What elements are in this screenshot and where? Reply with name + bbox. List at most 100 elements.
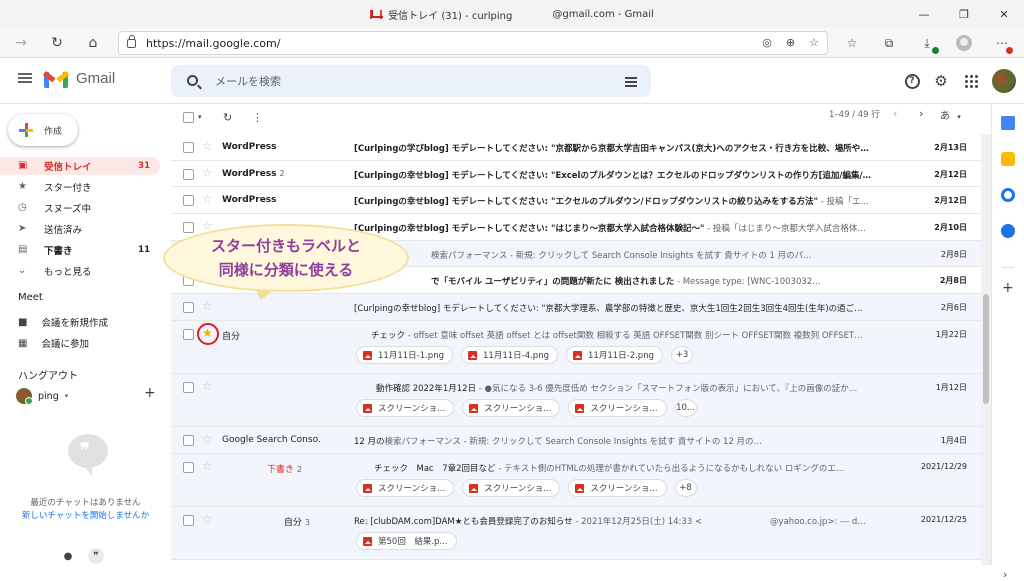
star-icon[interactable]: ☆ (202, 459, 213, 473)
email-row[interactable]: ☆ [Curlpingの幸せblog] モデレートしてください: "京都大学理系、… (171, 294, 981, 321)
prev-page-icon[interactable]: ‹ (893, 107, 897, 120)
select-dropdown-icon[interactable]: ▾ (198, 113, 202, 121)
row-checkbox[interactable] (183, 329, 194, 340)
star-icon[interactable]: ☆ (202, 432, 213, 446)
more-menu-icon[interactable]: ⋯ (993, 34, 1013, 54)
contacts-icon[interactable]: ● (60, 548, 76, 564)
search-icon[interactable] (187, 75, 198, 86)
sidebar-item-inbox[interactable]: ▣ 受信トレイ 31 (0, 157, 160, 175)
refresh-icon[interactable]: ↻ (223, 111, 232, 124)
search-options-icon[interactable] (625, 75, 637, 87)
attachment-chip[interactable]: 第50回 結果.p... (356, 532, 457, 550)
email-row[interactable]: ☆ 下書き 2 チェック Mac 7章2回目など - テキスト側のHTMLの処理が書か… (171, 454, 981, 507)
expand-icon: ⌄ (18, 265, 27, 276)
row-checkbox[interactable] (183, 515, 194, 526)
profile-icon[interactable] (955, 34, 973, 52)
attachment-chip[interactable]: 11月11日-1.png (356, 346, 453, 364)
more-attachments-chip[interactable]: +8 (674, 479, 697, 497)
close-window-icon[interactable]: ✕ (984, 0, 1024, 28)
contacts-app-icon[interactable] (1001, 224, 1015, 238)
email-row[interactable]: ☆ WordPress 2 [Curlpingの幸せblog] モデレートしてください… (171, 161, 981, 187)
row-checkbox[interactable] (183, 169, 194, 180)
attachment-chip[interactable]: スクリーンショ... (462, 479, 561, 497)
gmail-brand[interactable]: Gmail (76, 70, 115, 87)
scroll-thumb[interactable] (983, 294, 989, 404)
back-arrow-icon[interactable]: → (10, 32, 32, 54)
row-checkbox[interactable] (183, 382, 194, 393)
email-row[interactable]: ☆ 動作確認 2022年1月12日 - ●気になる 3-6 優先度低め セクション… (171, 374, 981, 427)
meet-new-meeting[interactable]: ■ 会議を新規作成 (18, 315, 108, 330)
help-button[interactable]: ? (903, 72, 921, 90)
chat-icon[interactable]: ❞ (88, 548, 104, 564)
row-checkbox[interactable] (183, 142, 194, 153)
zoom-icon[interactable]: ⊕ (786, 36, 795, 49)
maximize-icon[interactable]: ❐ (944, 0, 984, 28)
more-attachments-chip[interactable]: +3 (671, 346, 693, 364)
email-row[interactable]: ☆ WordPress [Curlpingの学びblog] モデレートしてください:… (171, 134, 981, 161)
star-icon[interactable]: ☆ (202, 166, 213, 180)
favorites-icon[interactable]: ☆ (843, 34, 861, 52)
url-bar[interactable]: https://mail.google.com/ ◎ ⊕ ☆ (118, 31, 828, 55)
select-all-checkbox[interactable] (183, 112, 194, 123)
row-checkbox[interactable] (183, 195, 194, 206)
attachment-chip[interactable]: 11月11日-2.png (566, 346, 663, 364)
collections-icon[interactable]: ⧉ (880, 34, 898, 52)
attachment-chip[interactable]: スクリーンショ... (462, 399, 561, 417)
row-checkbox[interactable] (183, 462, 194, 473)
calendar-icon[interactable] (1001, 116, 1015, 130)
attachment-chip[interactable]: 11月11日-4.png (461, 346, 558, 364)
input-tools-button[interactable]: あ ▾ (940, 107, 961, 122)
expand-panel-icon[interactable]: › (1003, 568, 1007, 581)
apps-button[interactable] (962, 72, 980, 90)
star-icon[interactable]: ☆ (202, 379, 213, 393)
start-chat-link[interactable]: 新しいチャットを開始しませんか (0, 509, 171, 521)
email-row[interactable]: ☆ Google Search Conso. 12 月の検索パフォーマンス - 新規… (171, 427, 981, 454)
compose-button[interactable]: 作成 (8, 114, 78, 146)
search-input[interactable]: メールを検索 (171, 65, 651, 97)
gmail-header: Gmail メールを検索 ? ⚙ (0, 58, 1024, 104)
next-page-icon[interactable]: › (919, 107, 923, 120)
row-checkbox[interactable] (183, 435, 194, 446)
keep-icon[interactable] (1001, 152, 1015, 166)
attachment-chip[interactable]: スクリーンショ... (356, 399, 455, 417)
download-icon[interactable]: ⤓ (918, 34, 939, 54)
email-sender: 自分 3 (222, 515, 310, 528)
meet-join-meeting[interactable]: ▦ 会議に参加 (18, 336, 89, 351)
star-icon: ★ (18, 181, 27, 192)
attachment-chip[interactable]: スクリーンショ... (568, 479, 667, 497)
star-icon[interactable]: ☆ (202, 139, 213, 153)
sidebar-item-snoozed[interactable]: ◷ スヌーズ中 (0, 199, 160, 217)
email-row[interactable]: ☆ WordPress [Curlpingの幸せblog] モデレートしてください:… (171, 187, 981, 214)
attachment-chip[interactable]: スクリーンショ... (568, 399, 667, 417)
star-icon[interactable]: ☆ (202, 512, 213, 526)
tasks-icon[interactable] (1001, 188, 1015, 202)
reader-icon[interactable]: ◎ (762, 36, 772, 49)
settings-icon[interactable]: ⚙ (932, 72, 950, 90)
star-icon[interactable]: ☆ (202, 299, 213, 313)
sidebar-item-starred[interactable]: ★ スター付き (0, 178, 160, 196)
email-summary: チェック - offset 意味 offset 英語 offset とは off… (371, 329, 926, 341)
add-chat-icon[interactable]: + (144, 385, 156, 401)
row-checkbox[interactable] (183, 302, 194, 313)
sidebar-item-more[interactable]: ⌄ もっと見る (0, 262, 160, 280)
more-attachments-chip[interactable]: 10... (674, 399, 697, 417)
gmail-logo-icon[interactable] (42, 70, 70, 88)
hangouts-user[interactable]: ping ▾ (16, 388, 68, 405)
draft-count: 11 (138, 245, 150, 255)
email-row[interactable]: ★ 自分 チェック - offset 意味 offset 英語 offset とは … (171, 321, 981, 374)
account-avatar[interactable] (992, 69, 1016, 93)
email-row[interactable]: ☆ 自分 3 Re: [clubDAM.com]DAM★とも会員登録完了のお知らせ -… (171, 507, 981, 560)
reload-icon[interactable]: ↻ (46, 32, 68, 54)
sidebar-item-drafts[interactable]: ▤ 下書き 11 (0, 241, 160, 259)
star-icon[interactable]: ☆ (202, 192, 213, 206)
more-actions-icon[interactable]: ⋮ (252, 111, 263, 124)
add-addon-icon[interactable]: + (1002, 280, 1014, 296)
favorite-add-icon[interactable]: ☆ (809, 36, 819, 49)
attachment-chip[interactable]: スクリーンショ... (356, 479, 455, 497)
home-icon[interactable]: ⌂ (82, 32, 104, 54)
row-checkbox[interactable] (183, 222, 194, 233)
main-menu-icon[interactable] (18, 73, 32, 83)
minimize-icon[interactable]: — (904, 0, 944, 28)
scrollbar[interactable] (981, 134, 991, 565)
sidebar-item-sent[interactable]: ➤ 送信済み (0, 220, 160, 238)
